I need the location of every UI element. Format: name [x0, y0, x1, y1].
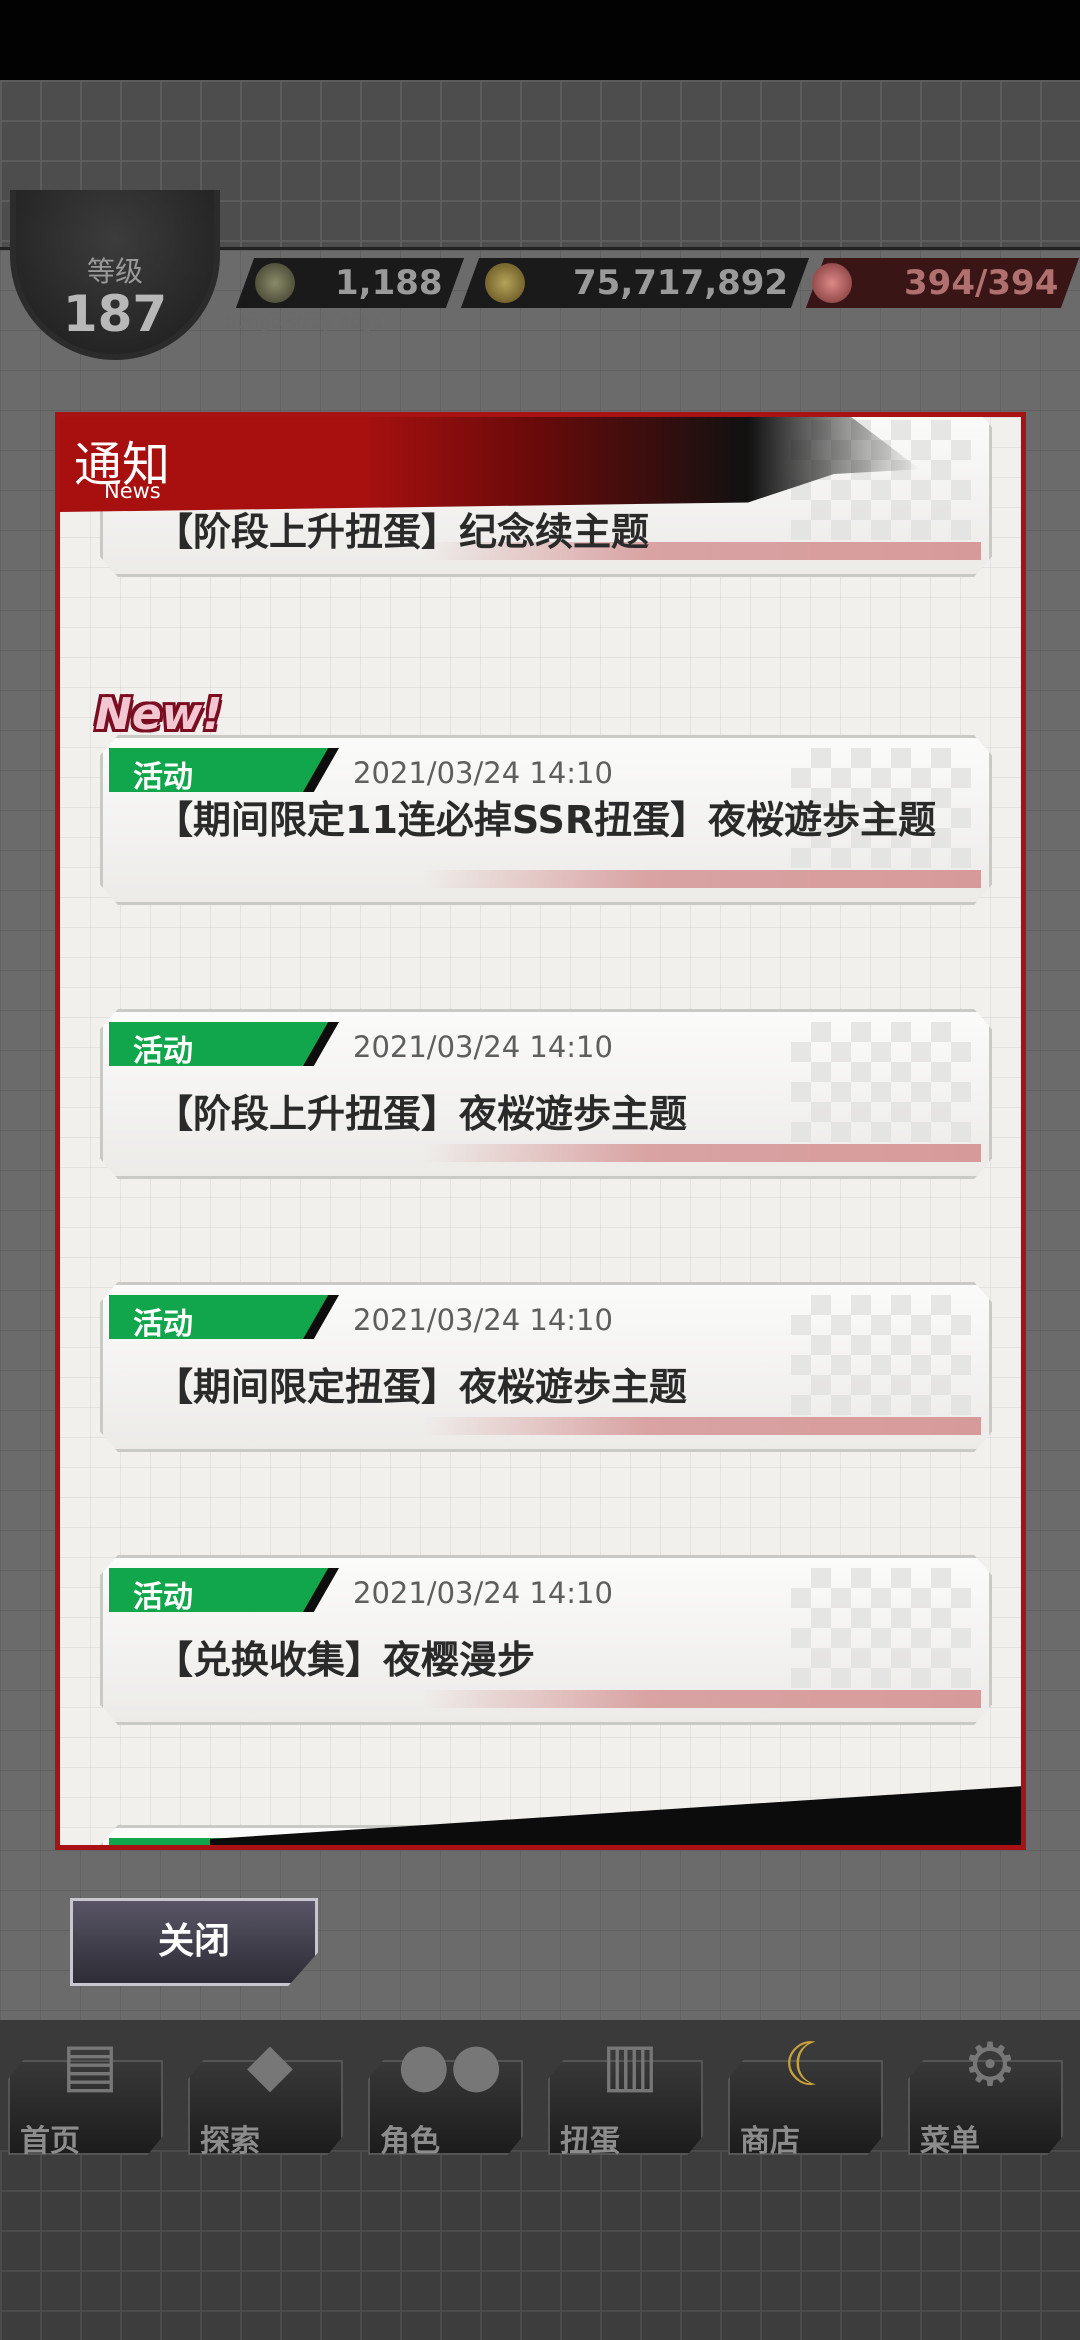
category-tag-label: 活动 [133, 1034, 193, 1069]
hud-subtitle: bungo stray dogs [225, 312, 382, 333]
nav-item-home[interactable]: ▤ 首页 [0, 2020, 170, 2170]
card-stripe [423, 1417, 981, 1435]
news-date: 2021/03/24 14:10 [353, 756, 613, 790]
nav-item-menu[interactable]: ⚙ 菜单 [900, 2020, 1070, 2170]
category-tag-label: 活动 [133, 760, 193, 795]
level-value: 187 [62, 285, 168, 343]
news-card-title: 【期间限定扭蛋】夜桜遊歩主题 [155, 1365, 688, 1409]
menu-gear-icon: ⚙ [963, 2030, 1017, 2100]
status-bar [0, 0, 1080, 80]
stamina-value: 394/394 [903, 263, 1058, 303]
nav-item-explore[interactable]: ◆ 探索 [180, 2020, 350, 2170]
new-badge: New! [95, 689, 223, 740]
close-button[interactable]: 关闭 [70, 1898, 318, 1986]
explore-icon: ◆ [246, 2030, 294, 2100]
news-card-3[interactable]: 活动 2021/03/24 14:10 【阶段上升扭蛋】夜桜遊歩主题 [100, 1009, 992, 1179]
bottom-grid-background [0, 2150, 1080, 2340]
news-date: 2021/03/24 14:10 [353, 1303, 613, 1337]
heart-icon [812, 263, 852, 303]
gem-icon [255, 263, 295, 303]
news-date: 2021/03/24 14:10 [353, 1030, 613, 1064]
gems-value: 1,188 [335, 263, 443, 303]
coins-value: 75,717,892 [572, 263, 788, 303]
nav-label: 商店 [740, 2124, 800, 2159]
nav-item-characters[interactable]: ●● 角色 [360, 2020, 530, 2170]
level-badge: 等级 187 [10, 190, 220, 360]
news-card-title: 【兑换收集】夜樱漫步 [155, 1638, 536, 1682]
nav-label: 探索 [200, 2124, 260, 2159]
home-icon: ▤ [61, 2030, 119, 2100]
nav-label: 角色 [380, 2124, 440, 2159]
card-stripe [423, 1690, 981, 1708]
nav-item-gacha[interactable]: ▥ 扭蛋 [540, 2020, 710, 2170]
characters-icon: ●● [397, 2030, 503, 2100]
bottom-nav: ▤ 首页 ◆ 探索 ●● 角色 ▥ 扭蛋 ☾ 商店 ⚙ 菜单 [0, 2020, 1080, 2170]
news-card-2[interactable]: 活动 2021/03/24 14:10 【期间限定11连必掉SSR扭蛋】夜桜遊歩… [100, 735, 992, 905]
shop-icon: ☾ [783, 2030, 837, 2100]
news-card-4[interactable]: 活动 2021/03/24 14:10 【期间限定扭蛋】夜桜遊歩主题 [100, 1282, 992, 1452]
news-card-title: 【期间限定11连必掉SSR扭蛋】夜桜遊歩主题 [155, 798, 937, 842]
nav-label: 菜单 [920, 2124, 980, 2159]
nav-item-shop[interactable]: ☾ 商店 [720, 2020, 890, 2170]
nav-label: 扭蛋 [560, 2124, 620, 2159]
news-modal: 【阶段上升扭蛋】纪念续主题 活动 2021/03/24 14:10 【期间限定1… [55, 412, 1026, 1850]
coin-icon [485, 263, 525, 303]
news-date: 2021/03/24 14:10 [353, 1576, 613, 1610]
gacha-icon: ▥ [601, 2030, 659, 2100]
nav-label: 首页 [20, 2124, 80, 2159]
category-tag-label: 活动 [133, 1580, 193, 1615]
modal-subtitle: News [104, 479, 161, 503]
card-stripe [423, 870, 981, 888]
news-card-title: 【阶段上升扭蛋】夜桜遊歩主题 [155, 1092, 688, 1136]
card-stripe [423, 1144, 981, 1162]
level-label: 等级 [86, 255, 143, 288]
category-tag-label: 活动 [133, 1307, 193, 1342]
news-card-5[interactable]: 活动 2021/03/24 14:10 【兑换收集】夜樱漫步 [100, 1555, 992, 1725]
news-card-title: 【阶段上升扭蛋】纪念续主题 [155, 510, 650, 554]
